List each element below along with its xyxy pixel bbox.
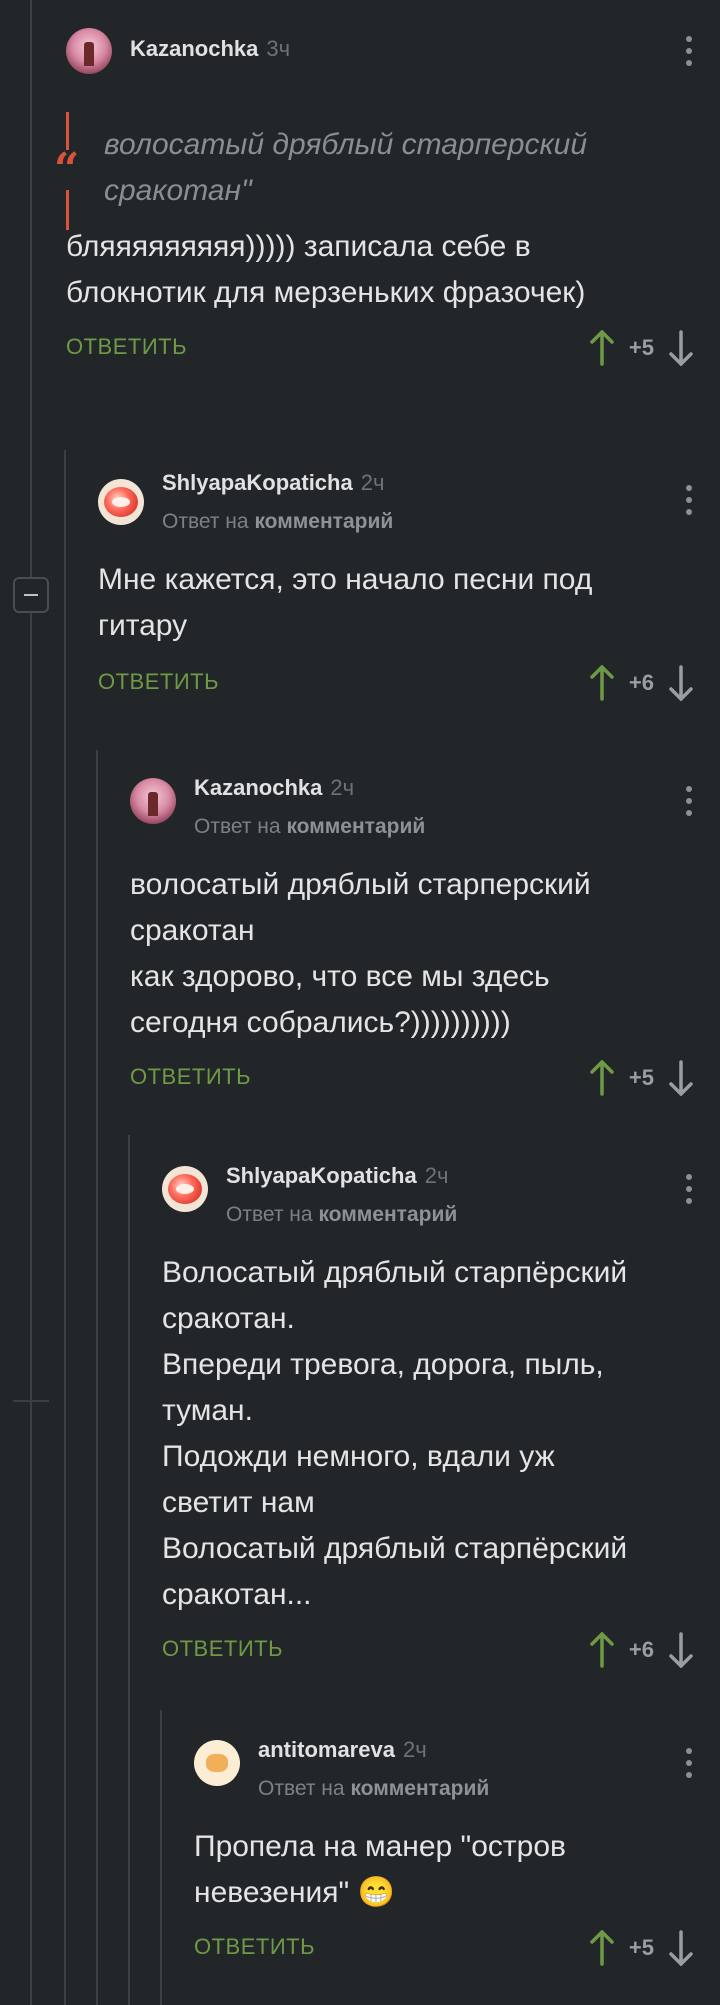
rating-score: +6: [628, 1637, 654, 1662]
comment-footer: ОТВЕТИТЬ +5: [194, 1928, 720, 1974]
username[interactable]: Kazanochka 3ч: [130, 36, 290, 62]
downvote-icon[interactable]: [668, 1632, 694, 1668]
thread-bracket-tick: [13, 1400, 49, 1402]
downvote-icon[interactable]: [668, 1930, 694, 1966]
comment-time: 3ч: [266, 36, 291, 61]
comment-time: 2ч: [424, 1163, 449, 1188]
avatar[interactable]: [66, 28, 112, 74]
username[interactable]: ShlyapaKopaticha 2ч: [226, 1163, 448, 1189]
comment-text: Волосатый дряблый старпёрский сракотан. …: [162, 1256, 628, 1611]
comment-footer: ОТВЕТИТЬ +6: [162, 1630, 720, 1676]
more-options-icon[interactable]: [686, 1748, 692, 1778]
reply-to-line: Ответ на комментарий: [226, 1203, 457, 1227]
reply-button[interactable]: ОТВЕТИТЬ: [98, 669, 219, 695]
comment: Kazanochka 2ч Ответ на комментарий волоса…: [130, 760, 720, 1104]
reply-button[interactable]: ОТВЕТИТЬ: [194, 1934, 315, 1960]
quote-text: волосатый дряблый старперский сракотан": [104, 128, 588, 207]
thread-line-level-2: [96, 750, 98, 2005]
rating-score: +5: [628, 1935, 654, 1960]
reply-to-link[interactable]: комментарий: [286, 815, 425, 838]
thread-line-root: [30, 0, 32, 2005]
avatar[interactable]: [130, 778, 176, 824]
username[interactable]: antitomareva 2ч: [258, 1737, 427, 1763]
thread-line-level-3: [128, 1135, 130, 2005]
rating-score: +6: [628, 670, 654, 695]
thread-line-level-4: [160, 1710, 162, 2005]
reply-to-prefix: Ответ на: [162, 510, 249, 533]
comment: ShlyapaKopaticha 2ч Ответ на комментарий …: [98, 455, 720, 709]
comment-footer: ОТВЕТИТЬ +5: [130, 1058, 720, 1104]
rating-score: +5: [628, 335, 654, 360]
username-text[interactable]: ShlyapaKopaticha: [162, 470, 353, 495]
reply-to-prefix: Ответ на: [194, 815, 281, 838]
collapse-thread-button[interactable]: [13, 577, 49, 613]
reply-to-prefix: Ответ на: [258, 1777, 345, 1800]
vote-controls: +5: [589, 328, 694, 368]
reply-to-link[interactable]: комментарий: [350, 1777, 489, 1800]
upvote-icon[interactable]: [589, 1632, 615, 1668]
comment-time: 2ч: [360, 470, 385, 495]
comment-header: ShlyapaKopaticha 2ч Ответ на комментарий: [162, 1148, 720, 1240]
comment-header: ShlyapaKopaticha 2ч Ответ на комментарий: [98, 455, 720, 547]
reply-to-link[interactable]: комментарий: [254, 510, 393, 533]
reply-button[interactable]: ОТВЕТИТЬ: [130, 1064, 251, 1090]
quote-icon: “: [54, 144, 80, 195]
vote-controls: +6: [589, 1630, 694, 1670]
vote-controls: +6: [589, 663, 694, 703]
comment-header: Kazanochka 3ч: [66, 18, 720, 78]
comment-text: бляяяяяяяяя))))) записала себе в блокнот…: [66, 230, 586, 309]
reply-to-prefix: Ответ на: [226, 1203, 313, 1226]
username-text[interactable]: Kazanochka: [194, 775, 322, 800]
comment: Kazanochka 3ч “ волосатый дряблый старпер…: [54, 0, 720, 374]
reply-to-line: Ответ на комментарий: [194, 815, 425, 839]
thread-line-level-1: [64, 450, 66, 2005]
reply-button[interactable]: ОТВЕТИТЬ: [162, 1636, 283, 1662]
upvote-icon[interactable]: [589, 1930, 615, 1966]
more-options-icon[interactable]: [686, 786, 692, 816]
upvote-icon[interactable]: [589, 1060, 615, 1096]
more-options-icon[interactable]: [686, 485, 692, 515]
comment-text: Мне кажется, это начало песни под гитару: [98, 563, 593, 642]
username-text[interactable]: ShlyapaKopaticha: [226, 1163, 417, 1188]
comment-text: волосатый дряблый старперский сракотан к…: [130, 868, 591, 1039]
quote-block: “ волосатый дряблый старперский сракотан…: [54, 112, 720, 230]
rating-score: +5: [628, 1065, 654, 1090]
reply-to-line: Ответ на комментарий: [162, 510, 393, 534]
reply-button[interactable]: ОТВЕТИТЬ: [66, 334, 187, 360]
username-text[interactable]: Kazanochka: [130, 36, 258, 61]
comment-footer: ОТВЕТИТЬ +5: [66, 328, 720, 374]
comment-header: antitomareva 2ч Ответ на комментарий: [194, 1722, 720, 1814]
downvote-icon[interactable]: [668, 665, 694, 701]
downvote-icon[interactable]: [668, 330, 694, 366]
reply-to-line: Ответ на комментарий: [258, 1777, 489, 1801]
avatar[interactable]: [194, 1740, 240, 1786]
comment-header: Kazanochka 2ч Ответ на комментарий: [130, 760, 720, 852]
comment-time: 2ч: [330, 775, 355, 800]
username[interactable]: ShlyapaKopaticha 2ч: [162, 470, 384, 496]
upvote-icon[interactable]: [589, 330, 615, 366]
reply-to-link[interactable]: комментарий: [318, 1203, 457, 1226]
username[interactable]: Kazanochka 2ч: [194, 775, 354, 801]
vote-controls: +5: [589, 1928, 694, 1968]
downvote-icon[interactable]: [668, 1060, 694, 1096]
comment: antitomareva 2ч Ответ на комментарий Проп…: [194, 1722, 720, 1974]
comment-time: 2ч: [402, 1737, 427, 1762]
comment-text: Пропела на манер "остров невезения" 😁: [194, 1830, 566, 1909]
upvote-icon[interactable]: [589, 665, 615, 701]
username-text[interactable]: antitomareva: [258, 1737, 395, 1762]
avatar[interactable]: [98, 479, 144, 525]
vote-controls: +5: [589, 1058, 694, 1098]
more-options-icon[interactable]: [686, 36, 692, 66]
avatar[interactable]: [162, 1166, 208, 1212]
more-options-icon[interactable]: [686, 1174, 692, 1204]
comment: ShlyapaKopaticha 2ч Ответ на комментарий …: [162, 1148, 720, 1676]
comment-footer: ОТВЕТИТЬ +6: [98, 663, 720, 709]
